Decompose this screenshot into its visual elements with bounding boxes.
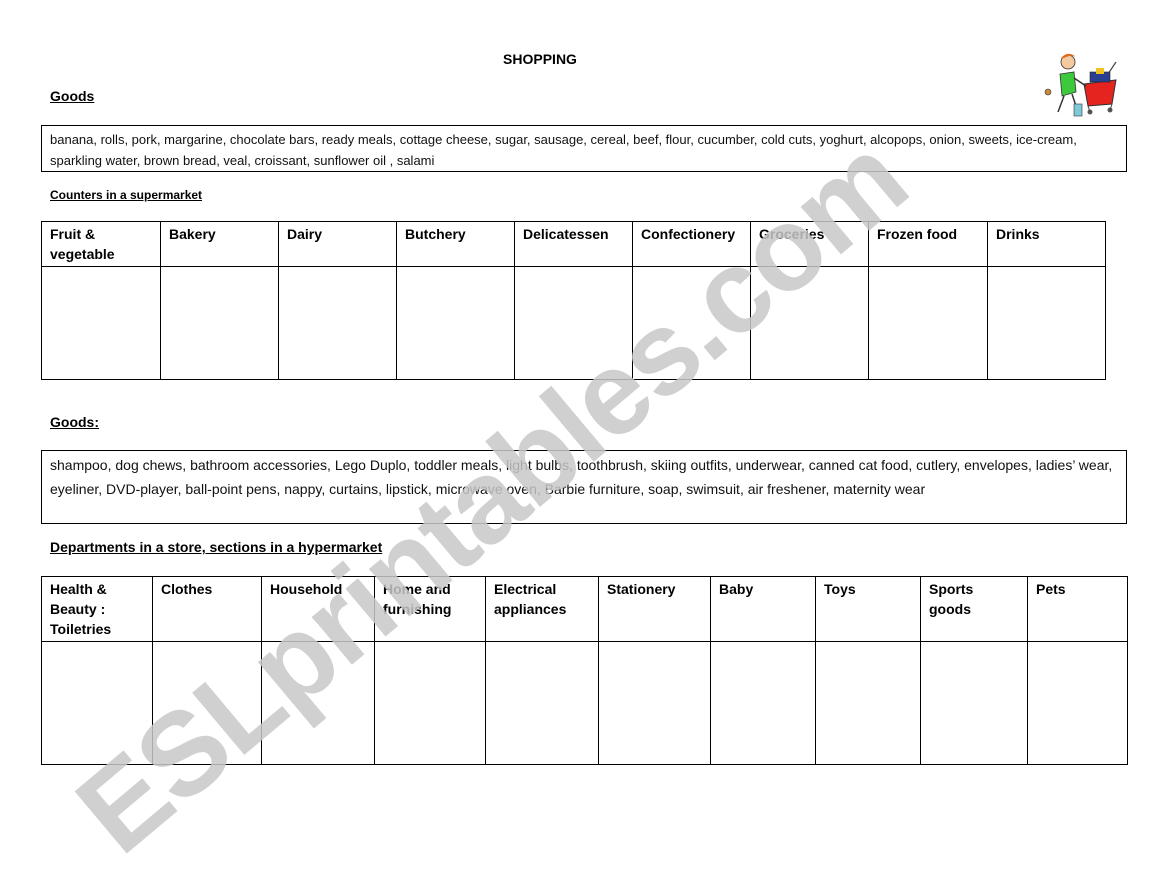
departments-heading: Departments in a store, sections in a hy… (50, 539, 383, 555)
dept-home-furnishing: Home and furnishing (374, 576, 486, 642)
dept-pets: Pets (1027, 576, 1128, 642)
counter-bakery: Bakery (160, 221, 279, 267)
counters-answer-row (41, 266, 1106, 380)
shopper-with-cart-icon (1038, 48, 1123, 122)
answer-cell[interactable] (278, 266, 397, 380)
goods-heading-2: Goods: (50, 414, 99, 430)
dept-clothes: Clothes (152, 576, 262, 642)
answer-cell[interactable] (41, 641, 153, 765)
dept-toys: Toys (815, 576, 921, 642)
answer-cell[interactable] (160, 266, 279, 380)
departments-header-row: Health & Beauty : Toiletries Clothes Hou… (41, 576, 1128, 642)
answer-cell[interactable] (485, 641, 599, 765)
answer-cell[interactable] (632, 266, 751, 380)
goods-heading-1: Goods (50, 88, 95, 104)
answer-cell[interactable] (514, 266, 633, 380)
answer-cell[interactable] (815, 641, 921, 765)
answer-cell[interactable] (868, 266, 988, 380)
dept-sports-goods: Sports goods (920, 576, 1028, 642)
counter-dairy: Dairy (278, 221, 397, 267)
counters-header-row: Fruit & vegetable Bakery Dairy Butchery … (41, 221, 1106, 267)
answer-cell[interactable] (396, 266, 515, 380)
counter-confectionery: Confectionery (632, 221, 751, 267)
page-title: SHOPPING (503, 51, 577, 67)
goods-list-1: banana, rolls, pork, margarine, chocolat… (41, 125, 1127, 172)
dept-household: Household (261, 576, 375, 642)
dept-electrical-appliances: Electrical appliances (485, 576, 599, 642)
answer-cell[interactable] (710, 641, 816, 765)
dept-health-beauty: Health & Beauty : Toiletries (41, 576, 153, 642)
answer-cell[interactable] (1027, 641, 1128, 765)
counter-groceries: Groceries (750, 221, 869, 267)
answer-cell[interactable] (920, 641, 1028, 765)
dept-baby: Baby (710, 576, 816, 642)
counter-drinks: Drinks (987, 221, 1106, 267)
answer-cell[interactable] (261, 641, 375, 765)
answer-cell[interactable] (750, 266, 869, 380)
counter-delicatessen: Delicatessen (514, 221, 633, 267)
dept-stationery: Stationery (598, 576, 711, 642)
answer-cell[interactable] (41, 266, 161, 380)
answer-cell[interactable] (152, 641, 262, 765)
departments-answer-row (41, 641, 1128, 765)
departments-table: Health & Beauty : Toiletries Clothes Hou… (41, 576, 1128, 765)
counters-table: Fruit & vegetable Bakery Dairy Butchery … (41, 221, 1106, 380)
counter-fruit-vegetable: Fruit & vegetable (41, 221, 161, 267)
counter-frozen-food: Frozen food (868, 221, 988, 267)
counter-butchery: Butchery (396, 221, 515, 267)
counters-heading: Counters in a supermarket (50, 188, 203, 202)
answer-cell[interactable] (987, 266, 1106, 380)
answer-cell[interactable] (598, 641, 711, 765)
goods-list-2: shampoo, dog chews, bathroom accessories… (41, 450, 1127, 524)
answer-cell[interactable] (374, 641, 486, 765)
